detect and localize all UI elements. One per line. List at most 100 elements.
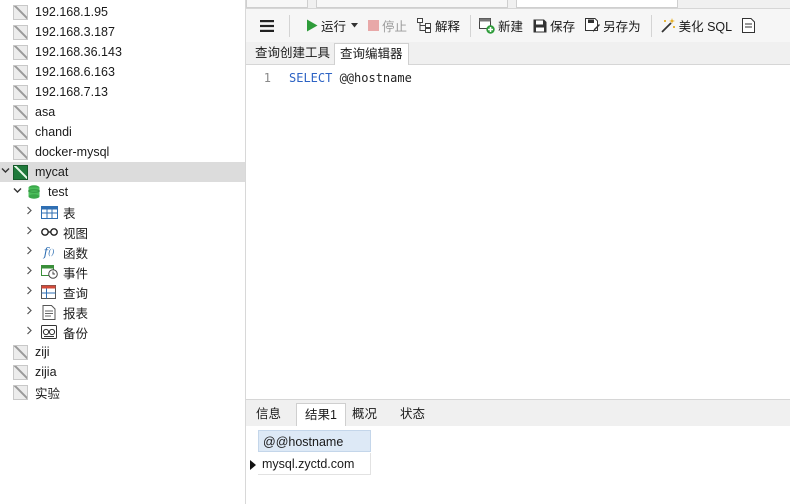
- connection-item[interactable]: 192.168.36.143: [0, 42, 245, 62]
- tab-query-editor[interactable]: 查询编辑器: [334, 43, 409, 65]
- dropdown-arrow-icon[interactable]: [351, 23, 359, 28]
- explain-icon: [417, 18, 432, 33]
- connection-icon: [13, 64, 28, 80]
- document-button-partial[interactable]: [738, 13, 758, 39]
- tree-item-views[interactable]: 视图: [0, 222, 245, 242]
- document-tab-strip: [246, 0, 790, 9]
- connection-item[interactable]: 192.168.7.13: [0, 82, 245, 102]
- tree-item-functions[interactable]: f() 函数: [0, 242, 245, 262]
- save-as-icon: [585, 18, 601, 33]
- tab-result-1[interactable]: 结果1: [296, 403, 346, 426]
- connection-item[interactable]: 192.168.6.163: [0, 62, 245, 82]
- row-indicator[interactable]: [246, 453, 258, 475]
- connection-label: 实验: [35, 386, 61, 401]
- tree-item-backups[interactable]: 备份: [0, 322, 245, 342]
- save-as-button[interactable]: 另存为: [581, 13, 645, 39]
- connection-label: 192.168.36.143: [35, 45, 122, 59]
- database-label: test: [48, 185, 69, 199]
- connection-item[interactable]: 192.168.3.187: [0, 22, 245, 42]
- database-item-test[interactable]: test: [0, 182, 245, 202]
- save-button[interactable]: 保存: [529, 13, 579, 39]
- connection-item[interactable]: 实验: [0, 382, 245, 402]
- report-icon: [40, 304, 58, 320]
- current-row-marker-icon: [250, 460, 256, 470]
- magic-wand-icon: [660, 18, 676, 33]
- function-icon: f(): [43, 245, 55, 259]
- connection-label: 192.168.1.95: [35, 5, 108, 19]
- connection-item[interactable]: 192.168.1.95: [0, 2, 245, 22]
- explain-button[interactable]: 解释: [413, 13, 464, 39]
- beautify-label: 美化 SQL: [678, 20, 733, 34]
- tree-item-tables[interactable]: 表: [0, 202, 245, 222]
- new-query-button[interactable]: 新建: [475, 13, 527, 39]
- connection-icon: [13, 144, 28, 160]
- chevron-down-icon[interactable]: [0, 166, 10, 178]
- connection-label: chandi: [35, 125, 72, 139]
- connection-label: 192.168.7.13: [35, 85, 108, 99]
- tab-status[interactable]: 状态: [392, 403, 433, 425]
- backup-icon: [40, 324, 58, 340]
- tree-item-label: 备份: [63, 326, 89, 341]
- tree-item-label: 事件: [63, 266, 89, 281]
- column-header-hostname[interactable]: @@hostname: [258, 430, 371, 452]
- tab-info[interactable]: 信息: [248, 403, 289, 425]
- connection-item[interactable]: docker-mysql: [0, 142, 245, 162]
- sql-editor[interactable]: 1 SELECT @@hostname: [246, 65, 790, 399]
- database-icon: [28, 185, 40, 199]
- save-icon: [533, 19, 547, 33]
- connection-active-icon: [13, 164, 28, 180]
- connection-item[interactable]: chandi: [0, 122, 245, 142]
- tree-item-queries[interactable]: 查询: [0, 282, 245, 302]
- connection-label: mycat: [35, 165, 69, 179]
- connection-item[interactable]: ziji: [0, 342, 245, 362]
- chevron-right-icon[interactable]: [24, 326, 34, 338]
- chevron-right-icon[interactable]: [24, 246, 34, 258]
- run-button[interactable]: 运行: [302, 13, 362, 39]
- chevron-right-icon[interactable]: [24, 226, 34, 238]
- line-number: 1: [263, 71, 271, 85]
- run-label: 运行: [321, 20, 347, 34]
- grid-cell[interactable]: mysql.zyctd.com: [258, 453, 371, 475]
- toolbar-separator: [289, 14, 290, 37]
- result-grid: @@hostname mysql.zyctd.com: [246, 426, 790, 504]
- connection-item-mycat[interactable]: mycat: [0, 162, 245, 182]
- explain-label: 解释: [435, 20, 461, 34]
- document-tab-active[interactable]: [516, 0, 678, 8]
- menu-button[interactable]: [254, 13, 283, 39]
- connection-icon: [13, 364, 28, 380]
- query-icon: [40, 284, 58, 300]
- tree-item-label: 查询: [63, 286, 89, 301]
- grid-corner: [246, 430, 258, 452]
- stop-button[interactable]: 停止: [364, 13, 411, 39]
- sql-code-line[interactable]: SELECT @@hostname: [289, 71, 412, 85]
- chevron-right-icon[interactable]: [24, 266, 34, 278]
- tab-profile[interactable]: 概况: [344, 403, 385, 425]
- stop-icon: [368, 20, 380, 31]
- query-toolbar: 运行 停止 解释 新建 保存 另存为 美化 SQL: [246, 9, 790, 42]
- connection-item[interactable]: zijia: [0, 362, 245, 382]
- chevron-right-icon[interactable]: [24, 286, 34, 298]
- connection-label: 192.168.6.163: [35, 65, 115, 79]
- tree-item-reports[interactable]: 报表: [0, 302, 245, 322]
- hamburger-icon: [260, 19, 274, 32]
- connection-icon: [13, 4, 28, 20]
- chevron-right-icon[interactable]: [24, 206, 34, 218]
- toolbar-separator: [650, 14, 652, 37]
- document-tab[interactable]: [316, 0, 508, 8]
- connection-icon: [13, 84, 28, 100]
- result-tab-strip: 信息 结果1 概况 状态: [246, 399, 790, 426]
- connection-icon: [13, 104, 28, 120]
- line-number-gutter: 1: [246, 65, 284, 399]
- play-icon: [306, 19, 318, 32]
- connection-label: ziji: [35, 345, 50, 359]
- tab-query-builder[interactable]: 查询创建工具: [250, 43, 335, 64]
- connection-icon: [13, 124, 28, 140]
- table-icon: [40, 204, 58, 220]
- chevron-right-icon[interactable]: [24, 306, 34, 318]
- event-icon: [40, 264, 58, 280]
- document-tab[interactable]: [246, 0, 308, 8]
- tree-item-events[interactable]: 事件: [0, 262, 245, 282]
- chevron-down-icon[interactable]: [12, 186, 22, 198]
- beautify-sql-button[interactable]: 美化 SQL: [656, 13, 737, 39]
- connection-item[interactable]: asa: [0, 102, 245, 122]
